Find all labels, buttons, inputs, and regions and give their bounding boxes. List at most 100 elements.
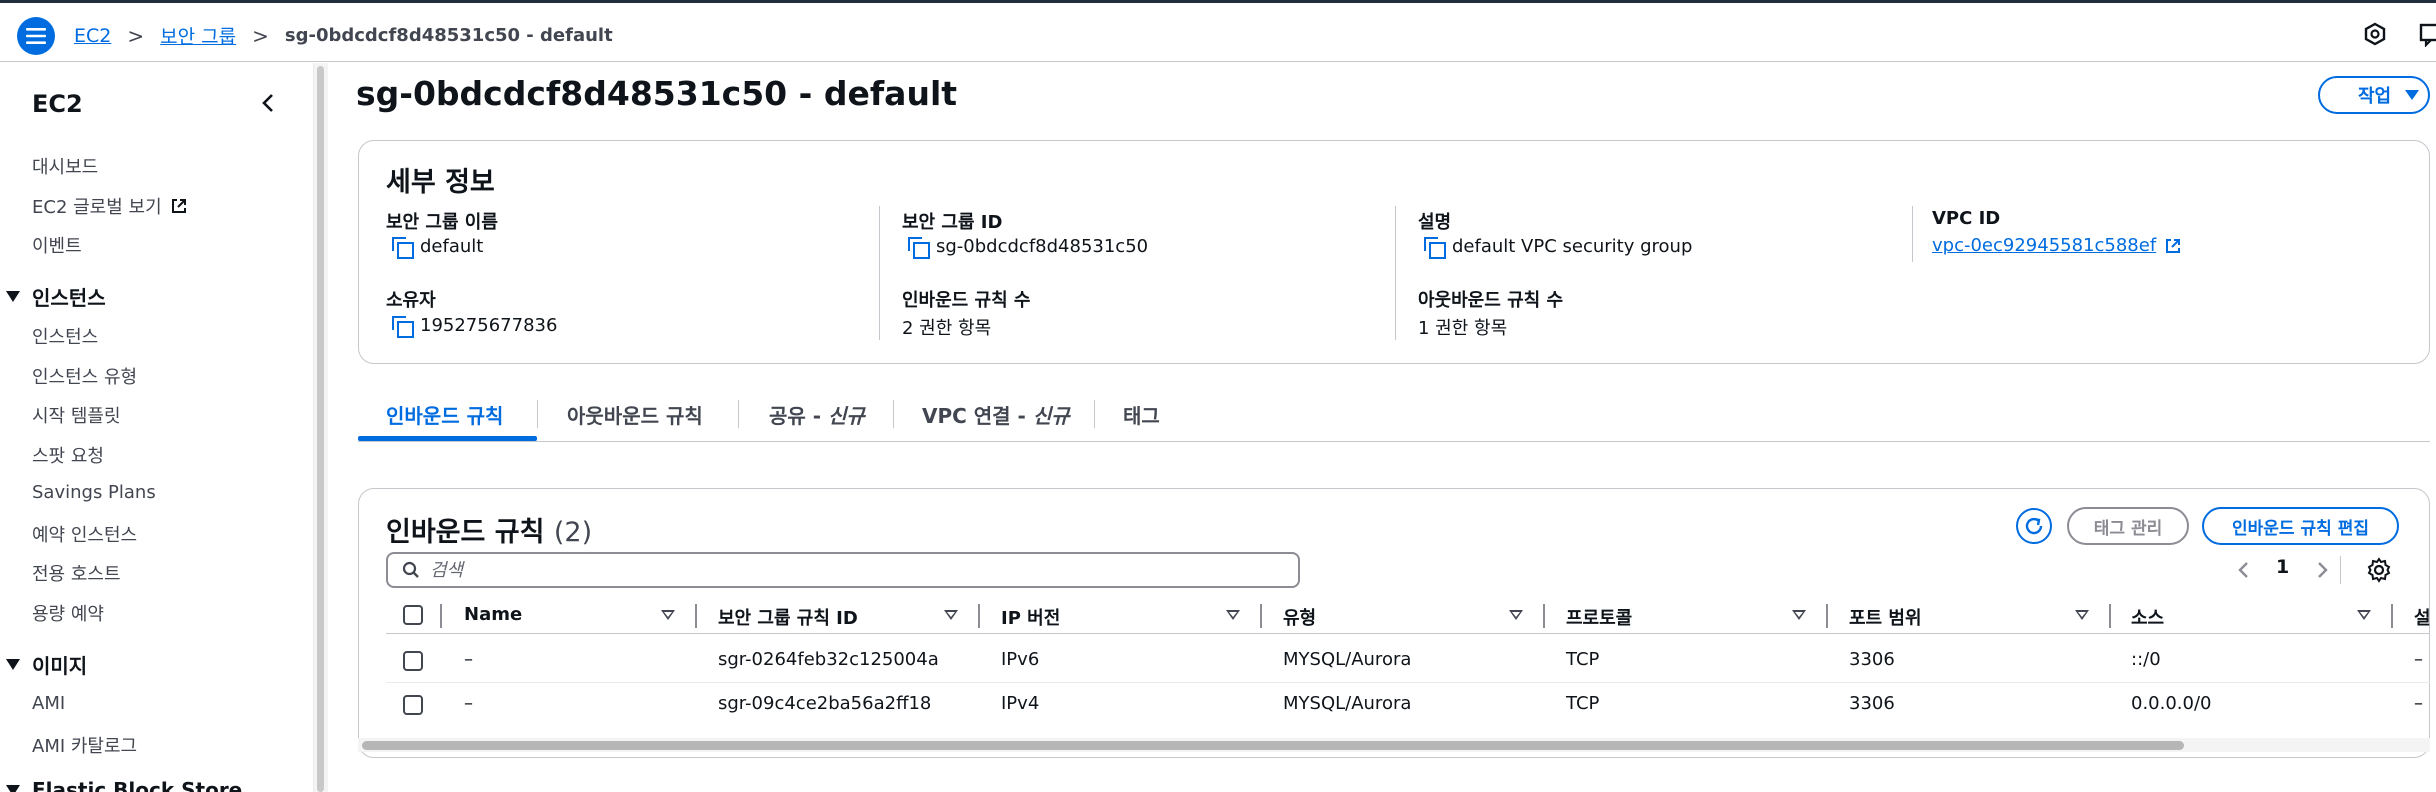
sidebar-item-dashboard[interactable]: 대시보드 — [32, 153, 98, 179]
cell-protocol: TCP — [1566, 649, 1600, 670]
sidebar-section-instances[interactable]: 인스턴스 — [6, 282, 106, 311]
copy-icon[interactable] — [390, 235, 414, 259]
sidebar-item-spot-requests[interactable]: 스팟 요청 — [32, 442, 104, 468]
column-header-source[interactable]: 소스 — [2131, 604, 2164, 630]
detail-value-text: default VPC security group — [1452, 235, 1693, 257]
sidebar-item-reserved-instances[interactable]: 예약 인스턴스 — [32, 521, 137, 547]
column-header-name[interactable]: Name — [464, 604, 522, 625]
column-header-description[interactable]: 설 — [2414, 604, 2431, 630]
copy-icon[interactable] — [906, 235, 930, 259]
notifications-icon[interactable] — [2362, 21, 2388, 47]
tab-label: 인바운드 규칙 — [386, 404, 504, 428]
cell-type: MYSQL/Aurora — [1283, 649, 1412, 670]
cell-port-range: 3306 — [1849, 649, 1895, 670]
sidebar-section-ebs[interactable]: Elastic Block Store — [6, 778, 242, 792]
tab-new-badge: 신규 — [828, 404, 865, 428]
sort-icon[interactable] — [1226, 610, 1240, 620]
breadcrumb-ec2[interactable]: EC2 — [74, 25, 111, 47]
sidebar-section-images[interactable]: 이미지 — [6, 650, 87, 679]
chevron-left-icon[interactable] — [2236, 558, 2252, 582]
detail-value-text: sg-0bdcdcf8d48531c50 — [936, 235, 1149, 257]
refresh-button[interactable] — [2016, 508, 2052, 544]
sidebar-scrollbar-thumb[interactable] — [317, 66, 324, 792]
actions-button-label: 작업 — [2358, 86, 2392, 107]
sort-icon[interactable] — [944, 610, 958, 620]
sidebar-item-savings-plans[interactable]: Savings Plans — [32, 482, 156, 503]
table-scrollbar-thumb[interactable] — [362, 741, 2184, 750]
sidebar-item-global-view[interactable]: EC2 글로벌 보기 — [32, 193, 188, 219]
column-header-port-range[interactable]: 포트 범위 — [1849, 604, 1922, 630]
sidebar-section-label: 이미지 — [32, 654, 88, 678]
sidebar-item-instance-types[interactable]: 인스턴스 유형 — [32, 363, 137, 389]
sidebar-item-label: 인스턴스 — [32, 327, 99, 348]
tab-inbound-rules[interactable]: 인바운드 규칙 — [386, 400, 503, 429]
sidebar-section-label: 인스턴스 — [32, 286, 106, 310]
tab-vpc-associations[interactable]: VPC 연결 - 신규 — [922, 400, 1070, 429]
sidebar-item-instances[interactable]: 인스턴스 — [32, 323, 98, 349]
chevron-right-icon[interactable] — [2314, 558, 2330, 582]
edit-inbound-rules-button[interactable]: 인바운드 규칙 편집 — [2202, 507, 2399, 545]
sort-icon[interactable] — [2357, 610, 2371, 620]
tab-sharing[interactable]: 공유 - 신규 — [769, 400, 865, 429]
menu-button[interactable] — [17, 17, 55, 55]
column-header-rule-id[interactable]: 보안 그룹 규칙 ID — [718, 604, 858, 630]
breadcrumb-current: sg-0bdcdcf8d48531c50 - default — [284, 25, 613, 46]
sort-icon[interactable] — [1792, 610, 1806, 620]
breadcrumb-security-groups[interactable]: 보안 그룹 — [160, 22, 236, 49]
detail-label: VPC ID — [1932, 208, 2001, 229]
detail-value-description: default VPC security group — [1422, 235, 1693, 259]
external-link-icon — [171, 199, 186, 213]
feedback-icon[interactable] — [2418, 21, 2436, 47]
column-header-type[interactable]: 유형 — [1283, 604, 1316, 630]
gear-icon[interactable] — [2366, 557, 2392, 583]
sort-icon[interactable] — [1509, 610, 1523, 620]
cell-source: 0.0.0.0/0 — [2131, 693, 2212, 714]
manage-tags-button[interactable]: 태그 관리 — [2067, 507, 2189, 545]
sort-icon[interactable] — [661, 610, 675, 620]
search-input[interactable] — [430, 559, 1250, 581]
sidebar-item-ami-catalog[interactable]: AMI 카탈로그 — [32, 732, 137, 758]
actions-button[interactable]: 작업 — [2318, 76, 2430, 114]
caret-down-icon — [6, 291, 20, 302]
sidebar-item-dedicated-hosts[interactable]: 전용 호스트 — [32, 560, 121, 586]
column-divider — [879, 206, 880, 340]
cell-name: – — [464, 649, 473, 670]
column-divider[interactable] — [1826, 604, 1828, 628]
column-divider[interactable] — [2391, 604, 2393, 628]
column-divider — [1912, 206, 1913, 262]
search-field[interactable] — [386, 552, 1300, 588]
column-header-protocol[interactable]: 프로토콜 — [1566, 604, 1632, 630]
select-all-checkbox[interactable] — [403, 605, 423, 625]
tab-tags[interactable]: 태그 — [1123, 400, 1160, 429]
copy-icon[interactable] — [390, 314, 414, 338]
sidebar-item-ami[interactable]: AMI — [32, 693, 65, 714]
cell-name: – — [464, 693, 473, 714]
column-divider[interactable] — [695, 604, 697, 628]
caret-down-icon — [6, 784, 20, 792]
external-link-icon — [2166, 238, 2181, 253]
page-number[interactable]: 1 — [2276, 556, 2289, 578]
column-divider[interactable] — [2109, 604, 2111, 628]
row-checkbox[interactable] — [403, 651, 423, 671]
table-header-row — [386, 600, 2430, 634]
column-divider[interactable] — [1260, 604, 1262, 628]
row-checkbox[interactable] — [403, 695, 423, 715]
tab-divider — [738, 400, 739, 428]
sidebar-item-capacity-reservations[interactable]: 용량 예약 — [32, 600, 104, 626]
breadcrumb: EC2 > 보안 그룹 > sg-0bdcdcf8d48531c50 - def… — [74, 22, 613, 49]
detail-label: 인바운드 규칙 수 — [902, 290, 1031, 311]
detail-label: 설명 — [1418, 212, 1452, 233]
column-divider[interactable] — [1543, 604, 1545, 628]
detail-value-sg-name: default — [390, 235, 483, 259]
sort-icon[interactable] — [2075, 610, 2089, 620]
column-divider[interactable] — [978, 604, 980, 628]
vpc-id-link[interactable]: vpc-0ec92945581c588ef — [1932, 235, 2156, 256]
chevron-left-icon[interactable] — [258, 90, 278, 116]
column-header-ip-version[interactable]: IP 버전 — [1001, 604, 1060, 630]
caret-down-icon — [6, 659, 20, 670]
copy-icon[interactable] — [1422, 235, 1446, 259]
sidebar-item-launch-templates[interactable]: 시작 템플릿 — [32, 402, 121, 428]
tab-outbound-rules[interactable]: 아웃바운드 규칙 — [567, 400, 703, 429]
sidebar-item-events[interactable]: 이벤트 — [32, 232, 82, 258]
column-divider — [1395, 206, 1396, 340]
